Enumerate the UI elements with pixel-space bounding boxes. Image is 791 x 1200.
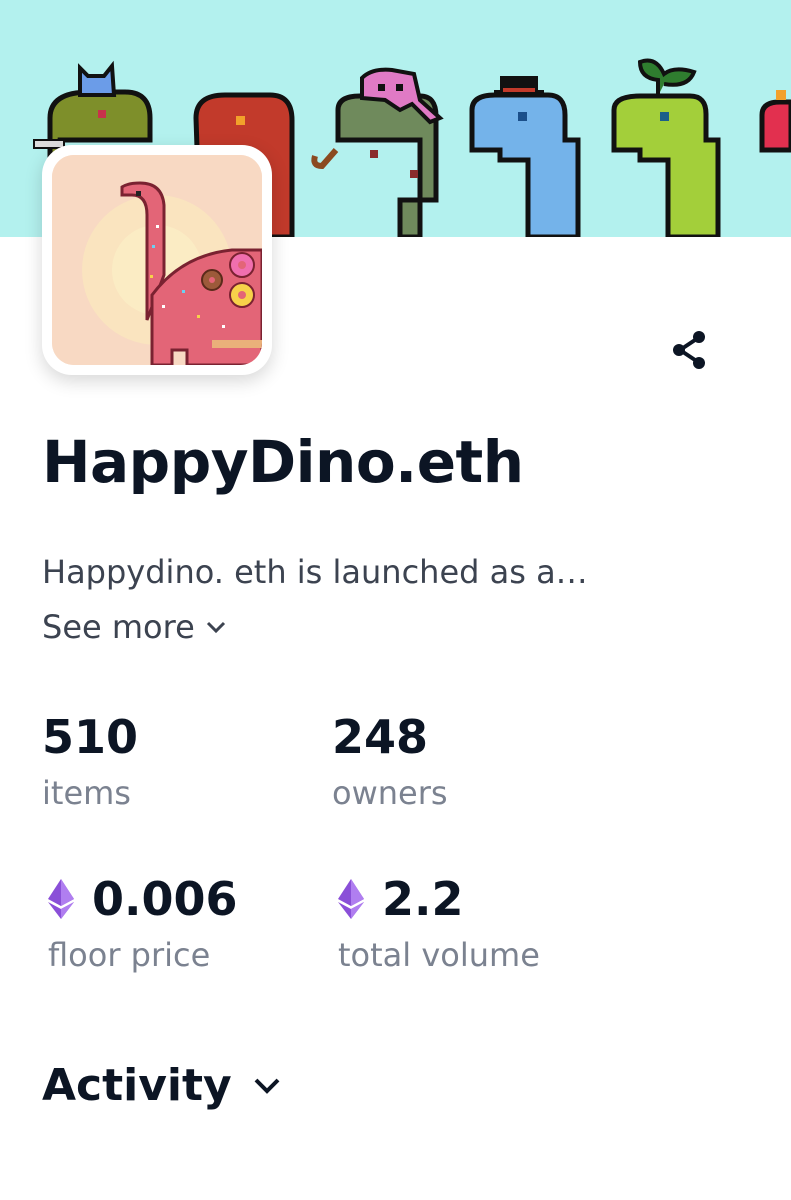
stat-owners-value: 248 [332, 710, 429, 764]
share-icon [673, 331, 705, 369]
donut-dino-illustration [52, 155, 262, 365]
stat-floor-price: 0.006 floor price [48, 876, 238, 974]
stat-total-volume: 2.2 total volume [338, 876, 540, 974]
chevron-down-icon [206, 621, 225, 634]
stat-total-volume-label: total volume [338, 936, 540, 974]
stat-items: 510 items [42, 714, 138, 812]
ethereum-icon [48, 879, 74, 919]
banner-dino-gray-green [311, 67, 444, 237]
stat-items-value: 510 [42, 710, 139, 764]
banner-dino-lime [611, 58, 721, 237]
stat-items-label: items [42, 774, 131, 812]
stat-floor-price-label: floor price [48, 936, 211, 974]
banner-dino-blue [469, 76, 581, 237]
stat-owners: 248 owners [332, 714, 448, 812]
ethereum-icon [338, 879, 364, 919]
stat-floor-price-value: 0.006 [92, 872, 238, 926]
stat-total-volume-value: 2.2 [382, 872, 464, 926]
collection-description: Happydino. eth is launched as a… [42, 553, 588, 591]
collection-title: HappyDino.eth [42, 428, 524, 496]
activity-toggle[interactable]: Activity [42, 1060, 282, 1111]
banner-dino-partial [759, 90, 791, 153]
stat-owners-label: owners [332, 774, 448, 812]
see-more-button[interactable]: See more [42, 608, 227, 646]
avatar-image [52, 155, 262, 365]
collection-avatar [42, 145, 272, 375]
chevron-down-icon [254, 1078, 280, 1094]
see-more-label: See more [42, 608, 195, 646]
share-button[interactable] [662, 323, 716, 377]
activity-label: Activity [42, 1060, 232, 1111]
